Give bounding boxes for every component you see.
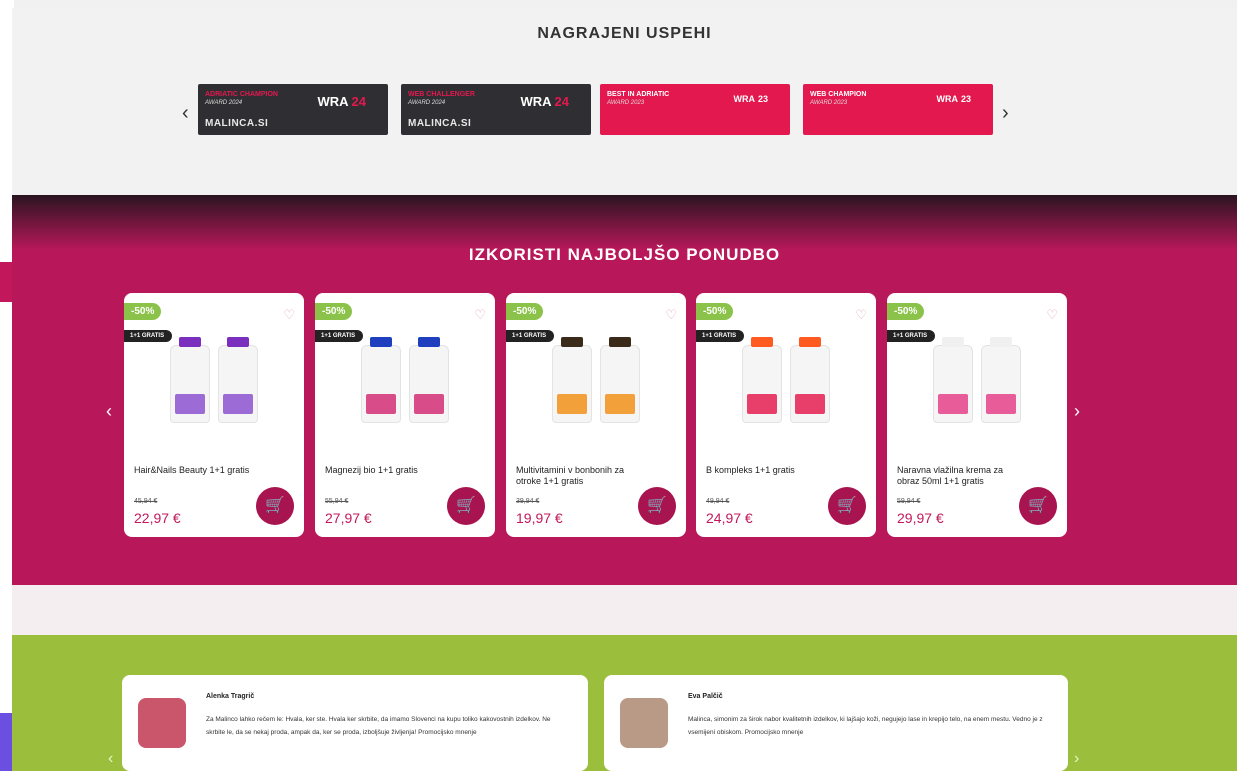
product-name[interactable]: Multivitamini v bonbonih za otroke 1+1 g… [516,465,634,487]
price: 27,97 € [325,510,372,526]
promo-badge: 1+1 GRATIS [315,330,364,342]
cart-icon: 🛒 [265,497,285,514]
award-site: MALINCA.SI [408,118,472,129]
award-banner[interactable]: Web Champion AWARD 2023 WRA 23 [803,84,993,135]
review-card: Eva Palčič Malinca, simonim za širok nab… [604,675,1068,771]
offer-decorative-header [12,195,1237,250]
wra-logo: WRA 23 [733,94,768,104]
old-price: 59,94 € [897,498,921,505]
product-card[interactable]: -50% 1+1 GRATIS ♡ Magnezij bio 1+1 grati… [315,293,495,537]
offer-decorative-footer [12,585,1237,635]
offer-next-icon[interactable]: › [1074,401,1080,422]
review-text: Za Malinco lahko rečem le: Hvala, ker st… [206,716,551,736]
product-image[interactable] [164,333,264,423]
add-to-cart-button[interactable]: 🛒 [256,487,294,525]
reviewer-name: Eva Palčič [688,693,723,700]
product-name[interactable]: B kompleks 1+1 gratis [706,465,824,476]
heart-icon[interactable]: ♡ [1046,307,1058,323]
discount-badge: -50% [506,303,544,320]
award-title: Web Challenger [408,91,475,98]
offer-prev-icon[interactable]: ‹ [106,401,112,422]
price: 29,97 € [897,510,944,526]
product-image[interactable] [355,333,455,423]
product-image[interactable] [546,333,646,423]
product-name[interactable]: Naravna vlažilna krema za obraz 50ml 1+1… [897,465,1015,487]
discount-badge: -50% [315,303,353,320]
award-banner[interactable]: Best in Adriatic AWARD 2023 WRA 23 [600,84,790,135]
awards-next-icon[interactable]: › [1002,102,1009,125]
award-subtitle: AWARD 2024 [408,100,446,106]
price: 19,97 € [516,510,563,526]
award-subtitle: AWARD 2024 [205,100,243,106]
product-name[interactable]: Magnezij bio 1+1 gratis [325,465,443,476]
heart-icon[interactable]: ♡ [665,307,677,323]
add-to-cart-button[interactable]: 🛒 [828,487,866,525]
offer-section: IZKORISTI NAJBOLJŠO PONUDBO ‹ › -50% 1+1… [12,195,1237,635]
old-price: 45,94 € [134,498,158,505]
heart-icon[interactable]: ♡ [283,307,295,323]
award-title: Adriatic Champion [205,91,278,98]
add-to-cart-button[interactable]: 🛒 [447,487,485,525]
award-banner[interactable]: Adriatic Champion AWARD 2024 MALINCA.SI … [198,84,388,135]
discount-badge: -50% [887,303,925,320]
cart-icon: 🛒 [837,497,857,514]
reviewer-name: Alenka Tragrič [206,693,255,700]
old-price: 55,94 € [325,498,349,505]
wra-logo: WRA 23 [936,94,971,104]
award-title: Web Champion [810,91,867,98]
discount-badge: -50% [124,303,162,320]
offer-title: IZKORISTI NAJBOLJŠO PONUDBO [468,245,781,264]
product-card[interactable]: -50% 1+1 GRATIS ♡ Hair&Nails Beauty 1+1 … [124,293,304,537]
product-card[interactable]: -50% 1+1 GRATIS ♡ B kompleks 1+1 gratis … [696,293,876,537]
heart-icon[interactable]: ♡ [474,307,486,323]
promo-badge: 1+1 GRATIS [506,330,555,342]
avatar [620,698,668,748]
reviews-next-icon[interactable]: › [1074,750,1079,768]
left-edge-chat-tab[interactable] [0,713,12,771]
award-banner[interactable]: Web Challenger AWARD 2024 MALINCA.SI WRA… [401,84,591,135]
wra-logo: WRA 24 [520,94,569,109]
reviews-section: ‹ › Alenka Tragrič Za Malinco lahko reče… [12,635,1237,771]
review-card: Alenka Tragrič Za Malinco lahko rečem le… [122,675,588,771]
add-to-cart-button[interactable]: 🛒 [1019,487,1057,525]
product-image[interactable] [736,333,836,423]
award-title: Best in Adriatic [607,91,670,98]
promo-badge: 1+1 GRATIS [124,330,173,342]
product-name[interactable]: Hair&Nails Beauty 1+1 gratis [134,465,252,476]
old-price: 49,94 € [706,498,730,505]
promo-badge: 1+1 GRATIS [696,330,745,342]
reviews-prev-icon[interactable]: ‹ [108,750,113,768]
award-subtitle: AWARD 2023 [810,100,848,106]
review-text: Malinca, simonim za širok nabor kvalitet… [688,716,1043,736]
old-price: 39,94 € [516,498,540,505]
promo-badge: 1+1 GRATIS [887,330,936,342]
award-site: MALINCA.SI [205,118,269,129]
awards-title: NAGRAJENI USPEHI [537,25,712,42]
product-card[interactable]: -50% 1+1 GRATIS ♡ Naravna vlažilna krema… [887,293,1067,537]
avatar [138,698,186,748]
price: 24,97 € [706,510,753,526]
heart-icon[interactable]: ♡ [855,307,867,323]
discount-badge: -50% [696,303,734,320]
price: 22,97 € [134,510,181,526]
award-subtitle: AWARD 2023 [607,100,645,106]
wra-logo: WRA 24 [317,94,366,109]
product-card[interactable]: -50% 1+1 GRATIS ♡ Multivitamini v bonbon… [506,293,686,537]
cart-icon: 🛒 [647,497,667,514]
cart-icon: 🛒 [456,497,476,514]
cart-icon: 🛒 [1028,497,1048,514]
awards-prev-icon[interactable]: ‹ [182,102,189,125]
awards-section: NAGRAJENI USPEHI ‹ › Adriatic Champion A… [12,8,1237,198]
add-to-cart-button[interactable]: 🛒 [638,487,676,525]
product-image[interactable] [927,333,1027,423]
